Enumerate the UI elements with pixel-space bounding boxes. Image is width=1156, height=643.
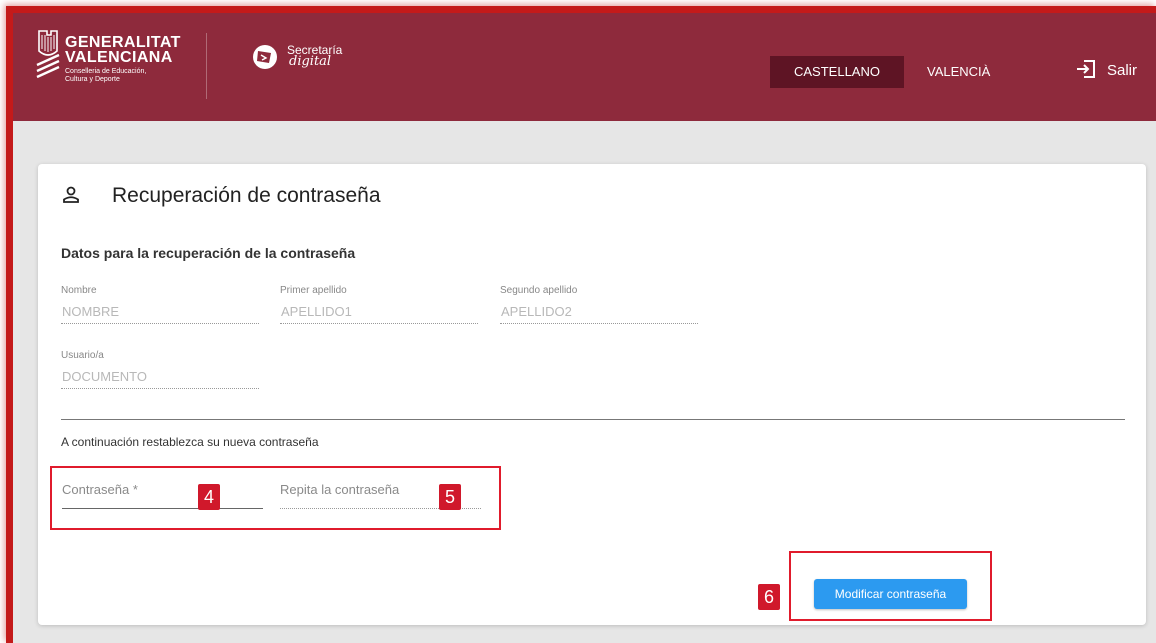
primer-apellido-field: Primer apellido APELLIDO1 bbox=[280, 285, 478, 324]
instruction-text: A continuación restablezca su nueva cont… bbox=[61, 435, 319, 449]
segundo-apellido-label: Segundo apellido bbox=[500, 285, 578, 296]
recovery-card: Recuperación de contraseña Datos para la… bbox=[38, 164, 1146, 625]
org-title-line2: VALENCIANA bbox=[65, 49, 173, 66]
section-divider bbox=[61, 419, 1125, 420]
org-sub-line2: Cultura y Deporte bbox=[65, 76, 120, 83]
nombre-value: NOMBRE bbox=[61, 304, 259, 324]
screenshot-frame: GENERALITAT VALENCIANA Conselleria de Ed… bbox=[6, 6, 1156, 643]
annotation-box-password bbox=[50, 466, 501, 530]
section-title: Datos para la recuperación de la contras… bbox=[61, 245, 356, 261]
org-title-line1: GENERALITAT bbox=[65, 34, 181, 51]
header-divider bbox=[206, 33, 207, 99]
secretaria-digital-icon bbox=[253, 45, 277, 69]
exit-icon bbox=[1077, 60, 1095, 78]
app-name-line2: digital bbox=[289, 54, 332, 69]
generalitat-emblem-icon bbox=[36, 30, 60, 79]
primer-apellido-label: Primer apellido bbox=[280, 285, 347, 296]
exit-label: Salir bbox=[1107, 62, 1138, 79]
modify-password-button[interactable]: Modificar contraseña bbox=[814, 579, 967, 609]
nombre-label: Nombre bbox=[61, 285, 97, 296]
annotation-badge-4: 4 bbox=[198, 484, 220, 510]
annotation-badge-5: 5 bbox=[439, 484, 461, 510]
usuario-field: Usuario/a DOCUMENTO bbox=[61, 350, 259, 389]
usuario-label: Usuario/a bbox=[61, 350, 104, 361]
lang-valencia-button[interactable]: VALENCIÀ bbox=[911, 56, 991, 88]
usuario-value: DOCUMENTO bbox=[61, 369, 259, 389]
lang-castellano-button[interactable]: CASTELLANO bbox=[770, 56, 904, 88]
annotation-badge-6: 6 bbox=[758, 584, 780, 610]
nombre-field: Nombre NOMBRE bbox=[61, 285, 259, 324]
segundo-apellido-value: APELLIDO2 bbox=[500, 304, 698, 324]
org-sub-line1: Conselleria de Educación, bbox=[65, 68, 147, 75]
top-bar: GENERALITAT VALENCIANA Conselleria de Ed… bbox=[13, 13, 1156, 121]
primer-apellido-value: APELLIDO1 bbox=[280, 304, 478, 324]
page-title: Recuperación de contraseña bbox=[112, 184, 381, 207]
user-icon bbox=[63, 186, 79, 203]
segundo-apellido-field: Segundo apellido APELLIDO2 bbox=[500, 285, 698, 324]
